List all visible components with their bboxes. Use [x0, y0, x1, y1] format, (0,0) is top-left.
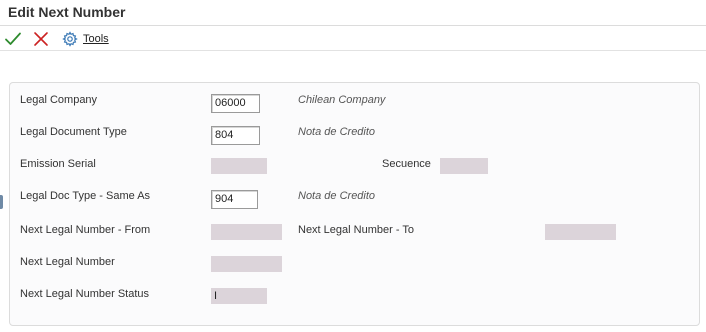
- toolbar: Tools: [0, 26, 706, 51]
- window-title: Edit Next Number: [8, 4, 126, 20]
- next-legal-number-status-field: I: [211, 288, 267, 304]
- next-legal-number-from-label: Next Legal Number - From: [20, 224, 151, 236]
- next-legal-number-status-label: Next Legal Number Status: [20, 288, 150, 300]
- emission-serial-label: Emission Serial: [20, 158, 96, 170]
- gear-icon: [62, 31, 78, 47]
- legal-doc-type-same-as-description: Nota de Credito: [298, 190, 376, 202]
- ok-button[interactable]: [4, 30, 22, 48]
- legal-company-label: Legal Company: [20, 94, 98, 106]
- tools-label: Tools: [83, 33, 109, 45]
- tools-menu-button[interactable]: Tools: [62, 29, 109, 49]
- legal-company-input[interactable]: 06000: [211, 94, 260, 113]
- title-bar: Edit Next Number: [0, 0, 706, 26]
- legal-document-type-input[interactable]: 804: [211, 126, 260, 145]
- legal-doc-type-same-as-input[interactable]: 904: [211, 190, 258, 209]
- legal-document-type-description: Nota de Credito: [298, 126, 376, 138]
- cancel-button[interactable]: [32, 30, 50, 48]
- next-legal-number-field: [211, 256, 282, 272]
- emission-serial-field: [211, 158, 267, 174]
- next-legal-number-label: Next Legal Number: [20, 256, 115, 268]
- x-icon: [34, 32, 48, 46]
- legal-doc-type-same-as-label: Legal Doc Type - Same As: [20, 190, 151, 202]
- next-legal-number-from-field: [211, 224, 282, 240]
- checkmark-icon: [5, 32, 21, 45]
- next-legal-number-to-field: [545, 224, 616, 240]
- legal-document-type-label: Legal Document Type: [20, 126, 127, 138]
- legal-company-description: Chilean Company: [298, 94, 386, 106]
- next-legal-number-to-label: Next Legal Number - To: [298, 224, 414, 236]
- secuence-label: Secuence: [382, 158, 431, 170]
- panel-collapse-handle[interactable]: [0, 195, 3, 209]
- secuence-field: [440, 158, 488, 174]
